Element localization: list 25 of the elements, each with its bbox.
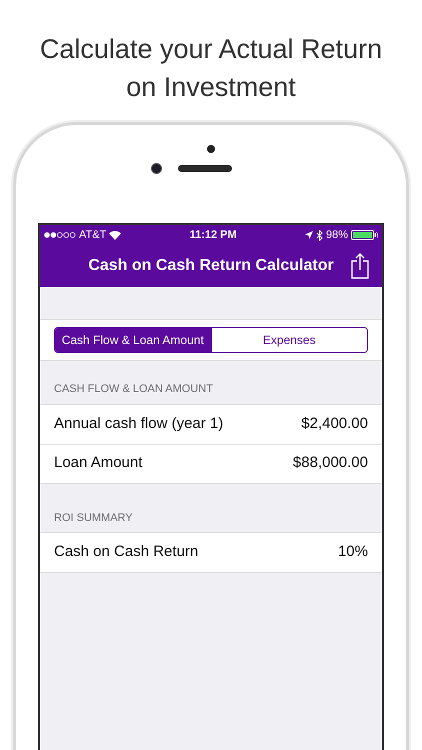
camera-icon — [150, 163, 162, 174]
headline: Calculate your Actual Return on Investment — [38, 33, 384, 104]
row-value: 10% — [338, 542, 368, 562]
wifi-icon — [109, 230, 122, 240]
location-arrow-icon — [304, 231, 313, 239]
speaker-icon — [178, 165, 232, 172]
segment-tab[interactable]: Expenses — [210, 328, 367, 352]
section-header: ROI SUMMARY — [53, 510, 134, 526]
proximity-sensor-icon — [207, 145, 215, 153]
nav-title: Cash on Cash Return Calculator — [88, 256, 334, 276]
row-value: $2,400.00 — [301, 414, 368, 434]
carrier-label: AT&T — [79, 228, 106, 243]
share-icon — [350, 253, 370, 279]
bluetooth-icon — [316, 230, 323, 240]
clock-time: 11:12 PM — [190, 228, 237, 243]
row-value: $88,000.00 — [292, 453, 368, 474]
share-button[interactable] — [350, 253, 370, 279]
signal-icon — [44, 232, 76, 238]
battery-percent: 98% — [326, 228, 348, 243]
battery-icon — [350, 230, 378, 240]
section-header: CASH FLOW & LOAN AMOUNT — [53, 382, 214, 397]
row-label: Cash on Cash Return — [54, 542, 198, 562]
segment-tab[interactable]: Cash Flow & Loan Amount — [55, 328, 210, 352]
row-label: Loan Amount — [54, 453, 142, 474]
row-label: Annual cash flow (year 1) — [54, 414, 224, 434]
